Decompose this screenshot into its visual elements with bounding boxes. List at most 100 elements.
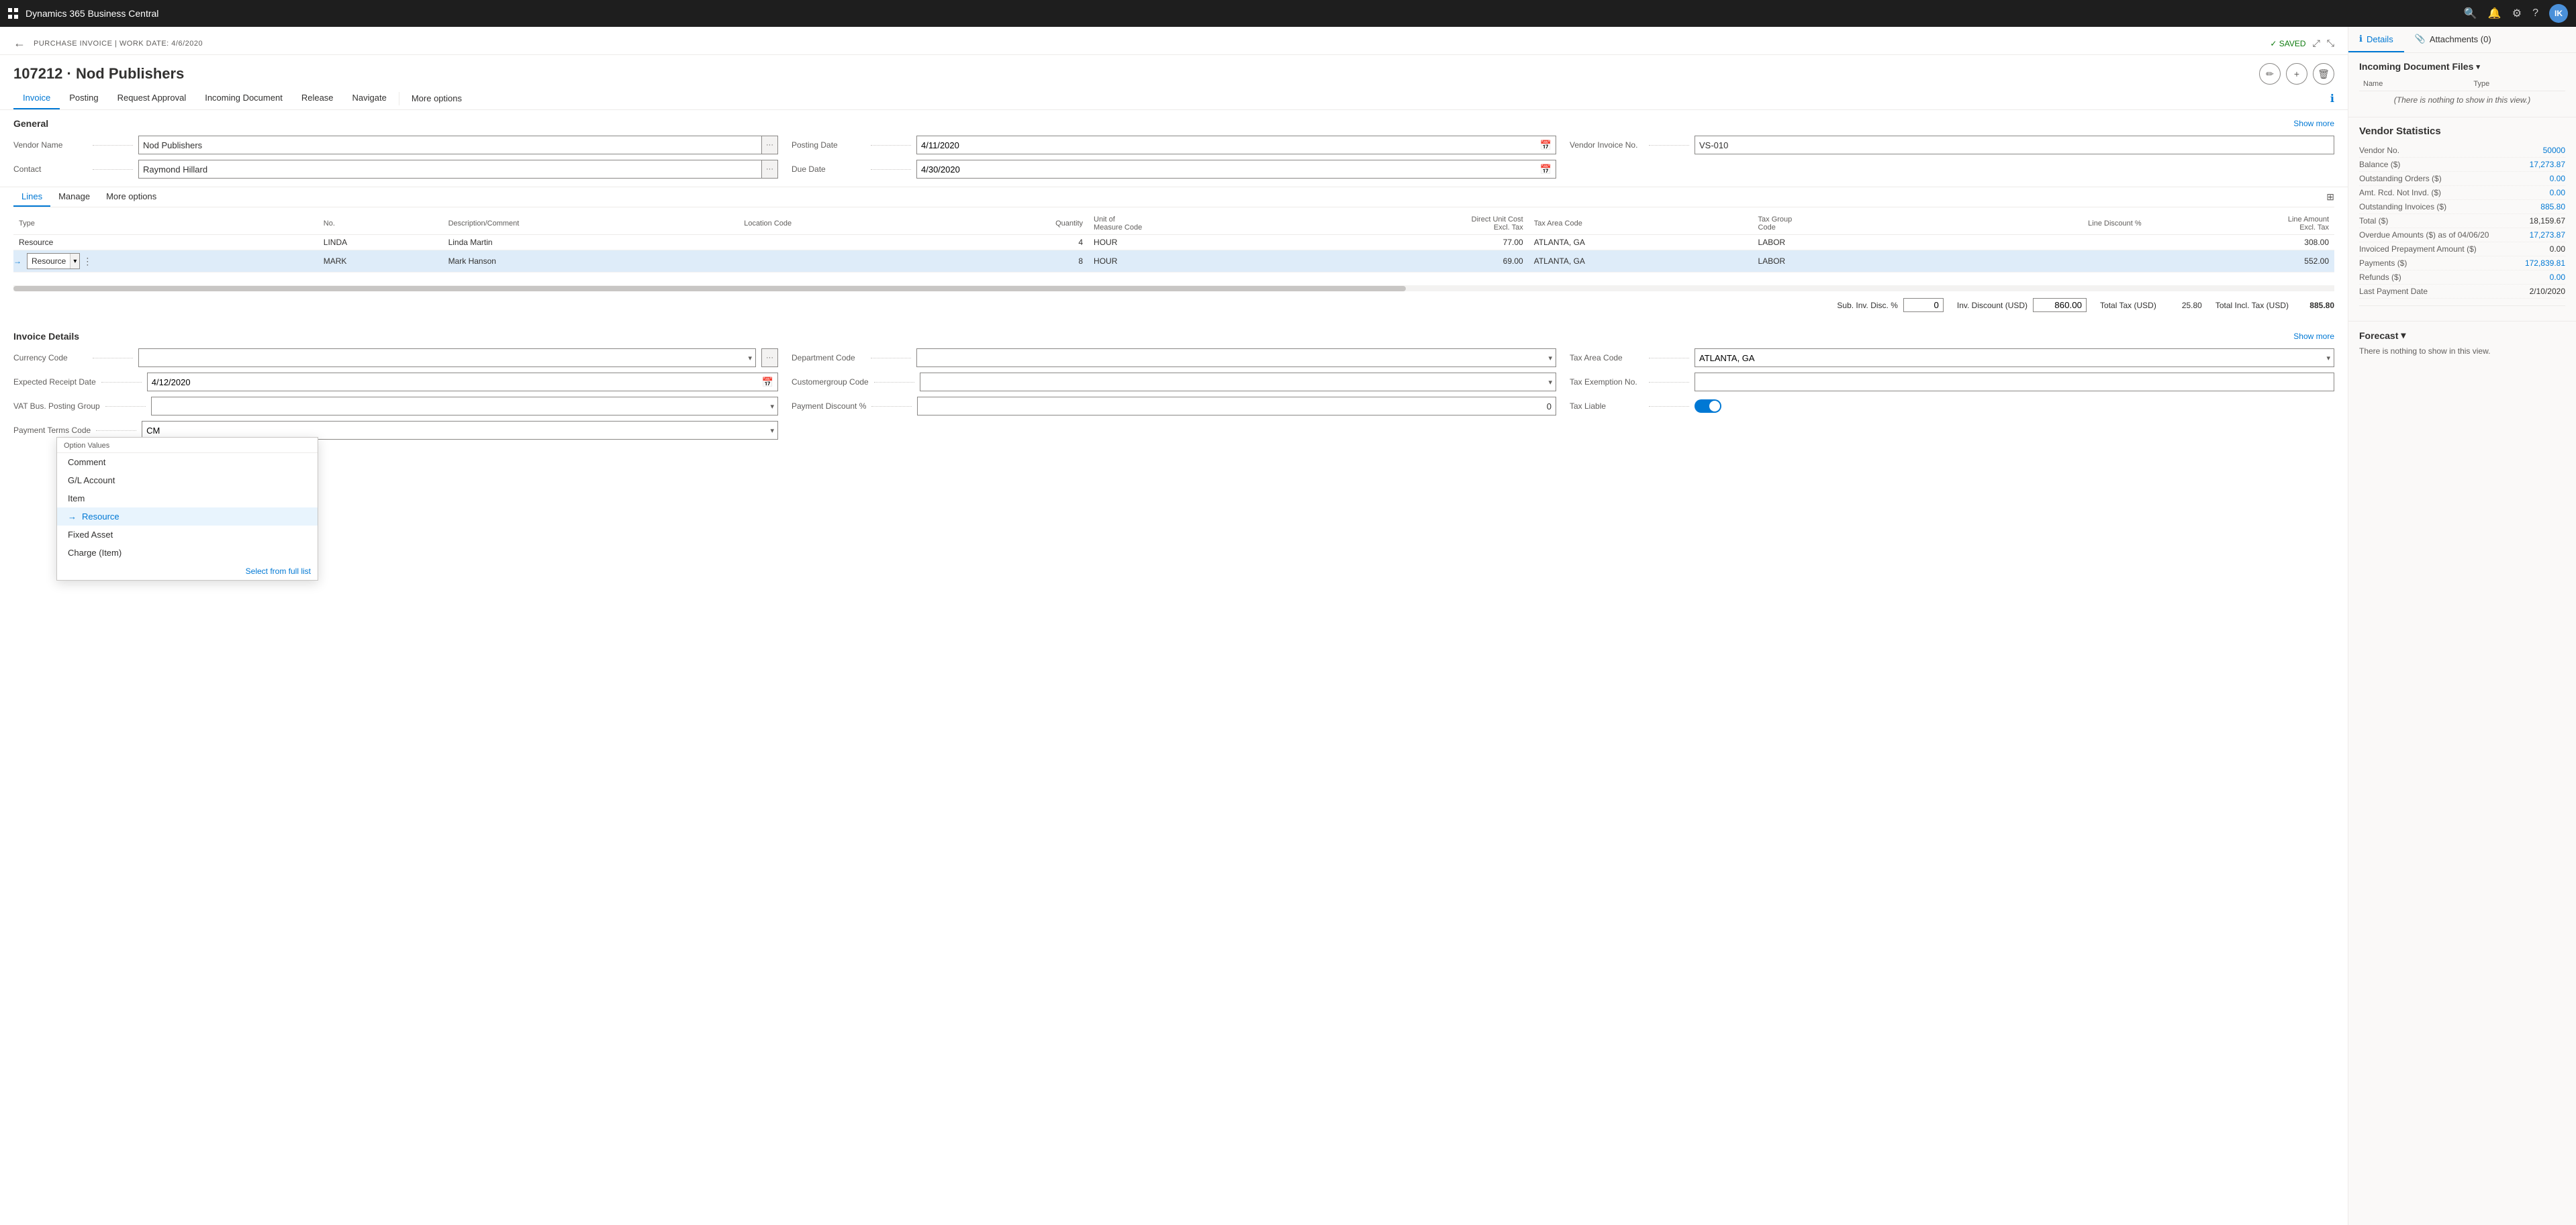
expand-button[interactable]: ⤢ — [2313, 38, 2320, 49]
lines-tab-manage[interactable]: Manage — [50, 187, 98, 207]
payment-discount-pct-label: Payment Discount % — [792, 401, 866, 411]
row2-qty: 8 — [950, 250, 1088, 273]
inv-discount-input[interactable] — [2033, 298, 2087, 312]
due-date-calendar-icon[interactable]: 📅 — [1536, 164, 1556, 175]
select-full-list-link[interactable]: Select from full list — [246, 567, 311, 576]
add-button[interactable]: + — [2286, 63, 2307, 85]
contact-dots — [93, 169, 133, 170]
row1-tax-area: ATLANTA, GA — [1529, 235, 1753, 250]
vs-value-refunds[interactable]: 0.00 — [2550, 273, 2565, 282]
department-code-select[interactable] — [916, 348, 1556, 367]
forecast-empty: There is nothing to show in this view. — [2359, 346, 2565, 356]
tax-liable-field: Tax Liable — [1570, 397, 2334, 415]
expected-receipt-date-dots — [101, 382, 142, 383]
vs-value-overdue[interactable]: 17,273.87 — [2530, 230, 2565, 240]
expected-receipt-date-cal[interactable]: 📅 — [758, 377, 777, 388]
customergroup-code-field: Customergroup Code ▾ — [792, 373, 1556, 391]
vs-value-outstanding-orders[interactable]: 0.00 — [2550, 174, 2565, 183]
vendor-name-label: Vendor Name — [13, 140, 87, 150]
contact-label: Contact — [13, 164, 87, 174]
tab-navigate[interactable]: Navigate — [343, 87, 396, 109]
posting-date-calendar-icon[interactable]: 📅 — [1536, 140, 1556, 151]
posting-date-text[interactable] — [917, 138, 1536, 152]
incoming-doc-chevron[interactable]: ▾ — [2476, 62, 2480, 71]
tab-incoming-document[interactable]: Incoming Document — [195, 87, 292, 109]
tab-more-options[interactable]: More options — [402, 88, 471, 109]
rp-tab-details[interactable]: ℹ Details — [2348, 27, 2404, 52]
tab-posting[interactable]: Posting — [60, 87, 107, 109]
table-row[interactable]: Resource LINDA Linda Martin 4 HOUR 77.00… — [13, 235, 2334, 250]
currency-code-select[interactable] — [138, 348, 756, 367]
general-show-more[interactable]: Show more — [2293, 119, 2334, 128]
tax-liable-toggle[interactable] — [1695, 399, 1721, 413]
vs-label-total: Total ($) — [2359, 216, 2388, 226]
edit-button[interactable]: ✏ — [2259, 63, 2281, 85]
vs-value-payments[interactable]: 172,839.81 — [2525, 258, 2565, 268]
sub-inv-disc-group: Sub. Inv. Disc. % — [1837, 298, 1943, 312]
dropdown-item-item[interactable]: Item — [57, 489, 318, 507]
expected-receipt-date-text[interactable] — [148, 375, 758, 389]
row2-line-amt: 552.00 — [2147, 250, 2334, 273]
app-grid-icon[interactable] — [8, 8, 19, 19]
dropdown-item-glaccount[interactable]: G/L Account — [57, 471, 318, 489]
settings-icon[interactable]: ⚙ — [2512, 7, 2522, 20]
vat-bus-posting-group-select[interactable] — [151, 397, 778, 415]
due-date-input: 📅 — [916, 160, 1556, 179]
vendor-name-field: Vendor Name ··· — [13, 136, 778, 154]
lines-expand-icon[interactable]: ⊞ — [2326, 191, 2334, 203]
tab-request-approval[interactable]: Request Approval — [108, 87, 196, 109]
payment-discount-pct-field: Payment Discount % — [792, 397, 1556, 415]
dropdown-item-charge-item[interactable]: Charge (Item) — [57, 544, 318, 562]
sub-header-right: ✓ SAVED ⤢ ⤡ — [2270, 38, 2334, 49]
tax-area-code-select[interactable]: ATLANTA, GA — [1695, 348, 2334, 367]
vs-value-balance[interactable]: 17,273.87 — [2530, 160, 2565, 169]
collapse-button[interactable]: ⤡ — [2327, 38, 2334, 49]
dropdown-item-comment[interactable]: Comment — [57, 453, 318, 471]
vendor-name-input[interactable] — [138, 136, 762, 154]
search-icon[interactable]: 🔍 — [2464, 7, 2477, 20]
col-line-disc: Line Discount % — [1915, 213, 2147, 235]
rp-tab-attachments[interactable]: 📎 Attachments (0) — [2404, 27, 2502, 52]
table-row[interactable]: → Resource ▾ ⋮ MARK Mark Ha — [13, 250, 2334, 273]
avatar[interactable]: IK — [2549, 4, 2568, 23]
tab-invoice[interactable]: Invoice — [13, 87, 60, 109]
vendor-name-more-btn[interactable]: ··· — [762, 136, 778, 154]
vendor-invoice-no-dots — [1649, 145, 1689, 146]
sub-inv-disc-input[interactable] — [1903, 298, 1944, 312]
col-uom: Unit ofMeasure Code — [1088, 213, 1302, 235]
bell-icon[interactable]: 🔔 — [2488, 7, 2501, 20]
due-date-text[interactable] — [917, 162, 1536, 177]
expected-receipt-date-field: Expected Receipt Date 📅 — [13, 373, 778, 391]
lines-tab-more-options[interactable]: More options — [98, 187, 164, 207]
delete-button[interactable]: 🗑 — [2313, 63, 2334, 85]
info-icon[interactable]: ℹ — [2330, 92, 2334, 105]
table-scroll-bar[interactable] — [13, 286, 2334, 291]
row2-context-menu[interactable]: ⋮ — [83, 256, 92, 267]
vs-value-outstanding-invoices[interactable]: 885.80 — [2540, 202, 2565, 211]
row2-tax-area: ATLANTA, GA — [1529, 250, 1753, 273]
row2-type-dropdown[interactable]: ▾ — [70, 254, 79, 268]
vendor-invoice-no-input[interactable] — [1695, 136, 2334, 154]
contact-more-btn[interactable]: ··· — [762, 160, 778, 179]
vs-value-vendor-no[interactable]: 50000 — [2543, 146, 2565, 155]
dropdown-item-resource[interactable]: →Resource — [57, 507, 318, 526]
vs-row-total: Total ($) 18,159.67 — [2359, 214, 2565, 228]
payment-discount-pct-input[interactable] — [917, 397, 1556, 415]
customergroup-code-select[interactable] — [920, 373, 1556, 391]
tab-release[interactable]: Release — [292, 87, 343, 109]
general-title: General — [13, 118, 48, 129]
help-icon[interactable]: ? — [2532, 7, 2538, 19]
currency-code-more[interactable]: ··· — [761, 348, 778, 367]
sub-header: ← PURCHASE INVOICE | WORK DATE: 4/6/2020… — [0, 27, 2348, 55]
lines-tab-lines[interactable]: Lines — [13, 187, 50, 207]
dropdown-item-fixed-asset[interactable]: Fixed Asset — [57, 526, 318, 544]
vs-row-amt-rcd: Amt. Rcd. Not Invd. ($) 0.00 — [2359, 186, 2565, 200]
contact-input[interactable] — [138, 160, 762, 179]
tax-exemption-no-input[interactable] — [1695, 373, 2334, 391]
vs-value-amt-rcd[interactable]: 0.00 — [2550, 188, 2565, 197]
forecast-chevron[interactable]: ▾ — [2401, 330, 2405, 341]
invoice-details-show-more[interactable]: Show more — [2293, 332, 2334, 341]
vs-row-outstanding-orders: Outstanding Orders ($) 0.00 — [2359, 172, 2565, 186]
tab-bar: Invoice Posting Request Approval Incomin… — [0, 87, 2348, 110]
back-button[interactable]: ← — [13, 36, 26, 50]
